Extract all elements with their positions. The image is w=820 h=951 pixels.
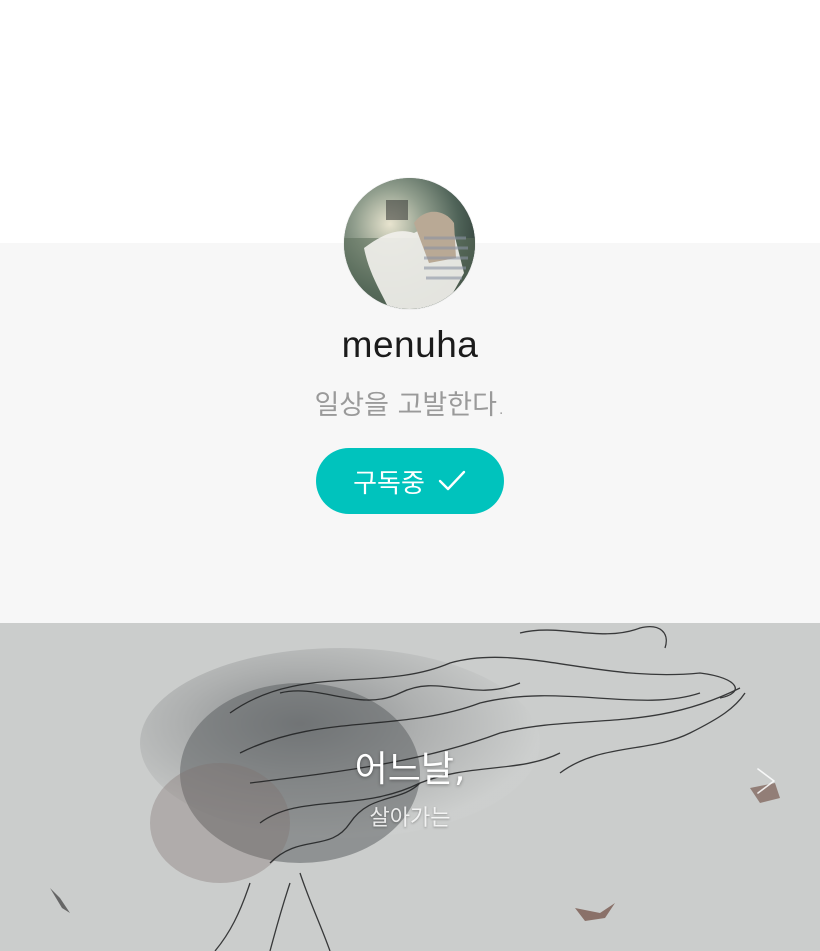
cover-title: 어느날, [354,749,466,790]
profile-page: menuha 일상을 고발한다. 구독중 어느날, 살아가는 [0,0,820,951]
subscribe-button-label: 구독중 [353,468,425,499]
author-name: menuha [341,324,479,365]
subscribe-button[interactable]: 구독중 [316,448,504,514]
cover-subtitle: 살아가는 [369,806,451,831]
avatar[interactable] [344,178,475,309]
author-tagline: 일상을 고발한다. [314,390,506,421]
avatar-photo [344,178,475,309]
check-icon [438,470,466,491]
chevron-right-icon[interactable] [752,766,780,796]
